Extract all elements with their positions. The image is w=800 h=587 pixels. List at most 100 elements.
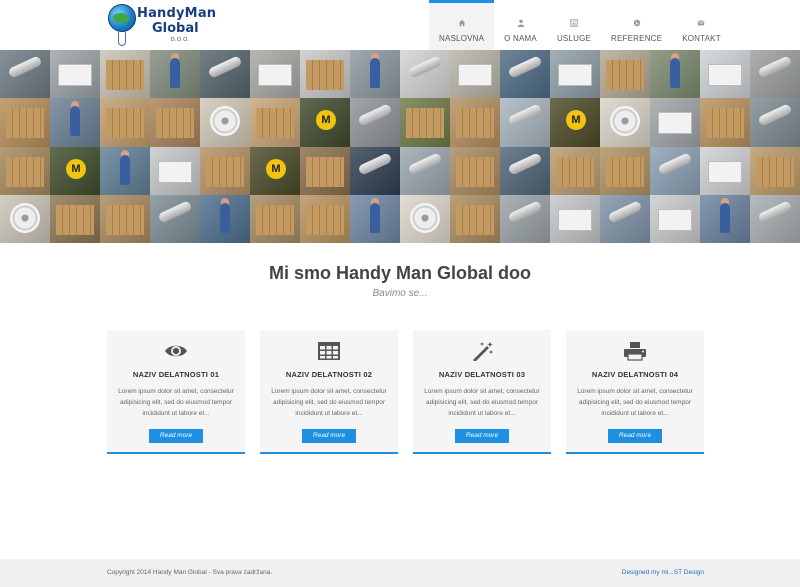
- mosaic-photo-tile: [600, 194, 650, 243]
- nav-label: KONTAKT: [682, 34, 721, 43]
- mosaic-photo-tile: [0, 50, 50, 99]
- mosaic-photo-tile: [500, 98, 550, 147]
- user-icon: [517, 19, 524, 27]
- card-text: Lorem ipsum dolor sit amet, consectetur …: [271, 388, 387, 417]
- mosaic-photo-tile: [200, 146, 250, 195]
- logo-text-line1: HandyMan: [137, 6, 217, 21]
- read-more-button[interactable]: Read more: [455, 429, 509, 443]
- mosaic-photo-tile: [750, 98, 800, 147]
- copyright-text: Copyright 2014 Handy Man Global - Sva pr…: [107, 569, 273, 576]
- mosaic-photo-tile: [450, 50, 500, 99]
- globe-icon: [633, 19, 640, 27]
- nav-label: NASLOVNA: [439, 34, 485, 43]
- mosaic-photo-tile: [200, 98, 250, 147]
- mosaic-photo-tile: [400, 194, 450, 243]
- card-text: Lorem ipsum dolor sit amet, consectetur …: [424, 388, 540, 417]
- mosaic-photo-tile: [400, 50, 450, 99]
- mosaic-photo-tile: [400, 98, 450, 147]
- hero-photo-mosaic: [0, 50, 800, 243]
- envelope-icon: [698, 20, 705, 26]
- mosaic-photo-tile: [200, 50, 250, 99]
- nav-label: O NAMA: [504, 34, 537, 43]
- mosaic-photo-tile: [150, 146, 200, 195]
- mosaic-photo-tile: [100, 98, 150, 147]
- mosaic-photo-tile: [600, 146, 650, 195]
- card-title: NAZIV DELATNOSTI 04: [591, 370, 679, 379]
- read-more-button[interactable]: Read more: [149, 429, 203, 443]
- mosaic-photo-tile: [200, 194, 250, 243]
- intro-title: Mi smo Handy Man Global doo: [268, 263, 531, 283]
- mosaic-photo-tile: [0, 146, 50, 195]
- mosaic-photo-tile: [550, 98, 600, 147]
- mosaic-photo-tile: [450, 146, 500, 195]
- mosaic-photo-tile: [250, 194, 300, 243]
- mosaic-photo-tile: [500, 146, 550, 195]
- read-more-button[interactable]: Read more: [302, 429, 356, 443]
- designer-link[interactable]: Designed my mi...ST Design: [622, 569, 704, 576]
- mosaic-photo-tile: [650, 50, 700, 99]
- table-icon: [318, 342, 340, 360]
- mosaic-photo-tile: [600, 98, 650, 147]
- service-card: NAZIV DELATNOSTI 04 Lorem ipsum dolor si…: [566, 330, 704, 454]
- mosaic-photo-tile: [50, 194, 100, 243]
- mosaic-photo-tile: [700, 146, 750, 195]
- mosaic-photo-tile: [450, 194, 500, 243]
- mosaic-photo-tile: [700, 194, 750, 243]
- mosaic-photo-tile: [350, 98, 400, 147]
- site-logo[interactable]: HandyMan Global D.O.O.: [108, 4, 216, 46]
- nav-label: USLUGE: [556, 34, 592, 43]
- nav-item-naslovna[interactable]: NASLOVNA: [429, 0, 495, 50]
- mosaic-photo-tile: [50, 98, 100, 147]
- mosaic-photo-tile: [600, 50, 650, 99]
- mosaic-photo-tile: [50, 146, 100, 195]
- eye-icon: [165, 345, 187, 357]
- mosaic-photo-tile: [300, 146, 350, 195]
- service-card: NAZIV DELATNOSTI 01 Lorem ipsum dolor si…: [107, 330, 245, 454]
- home-icon: [458, 19, 465, 27]
- card-title: NAZIV DELATNOSTI 03: [438, 370, 526, 379]
- magic-wand-icon: [473, 342, 493, 361]
- mosaic-photo-tile: [300, 98, 350, 147]
- mosaic-photo-tile: [350, 50, 400, 99]
- mosaic-photo-tile: [500, 194, 550, 243]
- mosaic-photo-tile: [150, 98, 200, 147]
- list-icon: [570, 19, 578, 27]
- mosaic-photo-tile: [250, 146, 300, 195]
- logo-text-line3: D.O.O.: [171, 37, 190, 43]
- mosaic-photo-tile: [650, 98, 700, 147]
- mosaic-photo-tile: [450, 98, 500, 147]
- nav-item-reference[interactable]: REFERENCE: [601, 0, 672, 50]
- mosaic-photo-tile: [700, 50, 750, 99]
- mosaic-photo-tile: [250, 98, 300, 147]
- card-text: Lorem ipsum dolor sit amet, consectetur …: [118, 388, 234, 417]
- nav-item-usluge[interactable]: USLUGE: [547, 0, 601, 50]
- mosaic-photo-tile: [750, 194, 800, 243]
- mosaic-photo-tile: [100, 50, 150, 99]
- printer-icon: [624, 342, 646, 361]
- nav-item-kontakt[interactable]: KONTAKT: [672, 0, 731, 50]
- site-header: HandyMan Global D.O.O. NASLOVNA O NAMA U…: [0, 0, 800, 50]
- mosaic-photo-tile: [100, 146, 150, 195]
- intro-subtitle: Bavimo se...: [372, 288, 428, 299]
- mosaic-photo-tile: [300, 194, 350, 243]
- mosaic-photo-tile: [550, 50, 600, 99]
- mosaic-photo-tile: [0, 98, 50, 147]
- mosaic-photo-tile: [400, 146, 450, 195]
- main-nav: NASLOVNA O NAMA USLUGE REFERENCE KONTAKT: [429, 0, 731, 50]
- mosaic-photo-tile: [350, 146, 400, 195]
- site-footer: Copyright 2014 Handy Man Global - Sva pr…: [0, 559, 800, 587]
- mosaic-photo-tile: [350, 194, 400, 243]
- mosaic-photo-tile: [100, 194, 150, 243]
- nav-label: REFERENCE: [611, 34, 663, 43]
- mosaic-photo-tile: [0, 194, 50, 243]
- mosaic-photo-tile: [550, 194, 600, 243]
- card-title: NAZIV DELATNOSTI 01: [132, 370, 220, 379]
- mosaic-photo-tile: [300, 50, 350, 99]
- globe-logo-icon: [108, 4, 136, 32]
- logo-text-line2: Global: [152, 21, 199, 36]
- card-title: NAZIV DELATNOSTI 02: [285, 370, 373, 379]
- mosaic-photo-tile: [250, 50, 300, 99]
- nav-item-o-nama[interactable]: O NAMA: [494, 0, 547, 50]
- read-more-button[interactable]: Read more: [608, 429, 662, 443]
- service-card: NAZIV DELATNOSTI 02 Lorem ipsum dolor si…: [260, 330, 398, 454]
